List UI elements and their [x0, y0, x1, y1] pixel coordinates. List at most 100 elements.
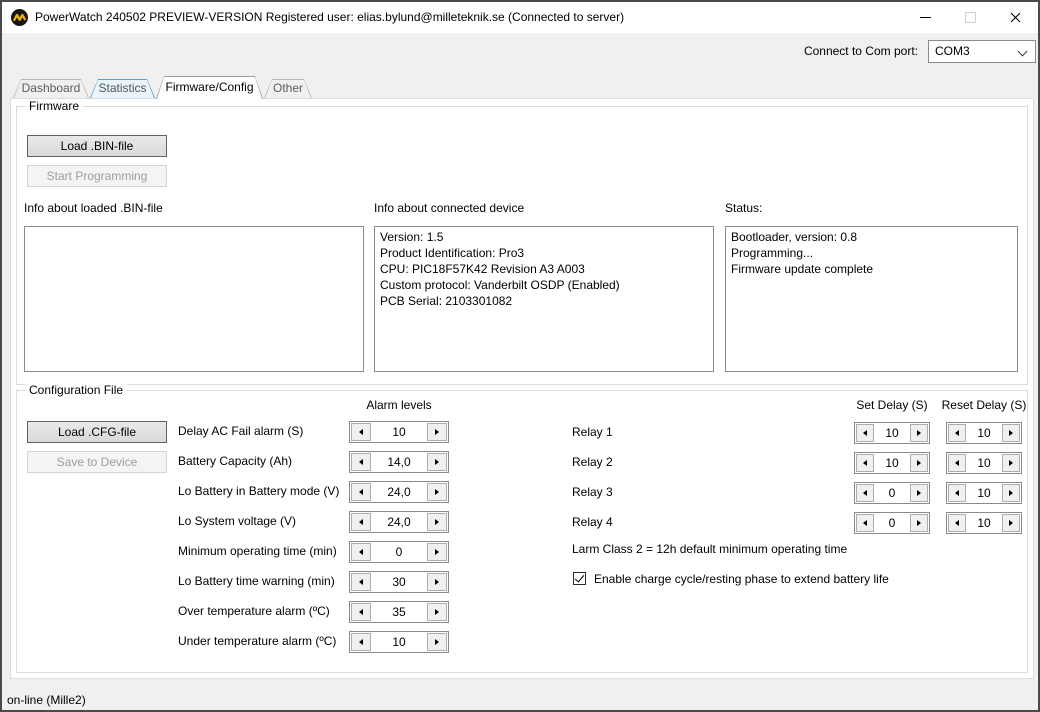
decrement-button[interactable] — [351, 543, 371, 561]
spinner-value[interactable]: 0 — [874, 514, 910, 532]
decrement-button[interactable] — [351, 633, 371, 651]
left-arrow-icon — [359, 429, 363, 435]
connected-device-info-panel[interactable]: Version: 1.5 Product Identification: Pro… — [374, 226, 714, 372]
spinner-value[interactable]: 10 — [371, 633, 427, 651]
decrement-button[interactable] — [856, 514, 874, 532]
alarm-levels-header: Alarm levels — [349, 398, 449, 413]
decrement-button[interactable] — [351, 603, 371, 621]
decrement-button[interactable] — [856, 454, 874, 472]
right-arrow-icon — [1009, 430, 1013, 436]
left-arrow-icon — [863, 490, 867, 496]
spinner-value[interactable]: 10 — [966, 424, 1002, 442]
decrement-button[interactable] — [856, 424, 874, 442]
relay-3-reset-delay-spinner: 10 — [946, 482, 1022, 504]
spinner-value[interactable]: 10 — [966, 454, 1002, 472]
relay-row-label: Relay 1 — [572, 425, 613, 440]
relay-row-label: Relay 4 — [572, 515, 613, 530]
com-port-value: COM3 — [935, 44, 970, 58]
increment-button[interactable] — [910, 424, 928, 442]
increment-button[interactable] — [427, 603, 447, 621]
increment-button[interactable] — [1002, 484, 1020, 502]
spinner-value[interactable]: 0 — [874, 484, 910, 502]
decrement-button[interactable] — [948, 454, 966, 472]
spinner-value[interactable]: 10 — [371, 423, 427, 441]
decrement-button[interactable] — [351, 573, 371, 591]
increment-button[interactable] — [427, 453, 447, 471]
decrement-button[interactable] — [948, 514, 966, 532]
tab-dashboard[interactable]: Dashboard — [13, 79, 89, 98]
alarm-row-label: Battery Capacity (Ah) — [178, 454, 292, 469]
tab-statistics[interactable]: Statistics — [90, 79, 155, 98]
decrement-button[interactable] — [351, 513, 371, 531]
alarm-spinner-lo-battery-time-warning: 30 — [349, 571, 449, 593]
spinner-value[interactable]: 24,0 — [371, 483, 427, 501]
load-bin-file-button[interactable]: Load .BIN-file — [27, 135, 167, 157]
status-panel[interactable]: Bootloader, version: 0.8 Programming... … — [725, 226, 1018, 372]
increment-button[interactable] — [427, 543, 447, 561]
spinner-value[interactable]: 10 — [874, 454, 910, 472]
increment-button[interactable] — [427, 633, 447, 651]
loaded-bin-info-label: Info about loaded .BIN-file — [24, 201, 163, 216]
relay-4-reset-delay-spinner: 10 — [946, 512, 1022, 534]
left-arrow-icon — [359, 519, 363, 525]
left-arrow-icon — [359, 579, 363, 585]
increment-button[interactable] — [910, 454, 928, 472]
com-port-select[interactable]: COM3 — [928, 40, 1036, 63]
tab-label: Other — [264, 79, 312, 98]
increment-button[interactable] — [427, 483, 447, 501]
set-delay-header: Set Delay (S) — [847, 398, 937, 413]
alarm-spinner-lo-system-voltage: 24,0 — [349, 511, 449, 533]
decrement-button[interactable] — [351, 453, 371, 471]
alarm-spinner-under-temperature: 10 — [349, 631, 449, 653]
spinner-value[interactable]: 10 — [874, 424, 910, 442]
spinner-value[interactable]: 10 — [966, 484, 1002, 502]
app-logo-icon — [11, 9, 28, 26]
right-arrow-icon — [435, 519, 439, 525]
alarm-row-label: Minimum operating time (min) — [178, 544, 337, 559]
close-icon — [1010, 12, 1021, 23]
increment-button[interactable] — [910, 514, 928, 532]
status-line: Firmware update complete — [731, 261, 1012, 277]
increment-button[interactable] — [427, 513, 447, 531]
right-arrow-icon — [435, 579, 439, 585]
close-button[interactable] — [993, 2, 1038, 33]
save-to-device-button[interactable]: Save to Device — [27, 451, 167, 473]
relay-row-label: Relay 2 — [572, 455, 613, 470]
decrement-button[interactable] — [351, 423, 371, 441]
right-arrow-icon — [917, 430, 921, 436]
left-arrow-icon — [359, 639, 363, 645]
spinner-value[interactable]: 35 — [371, 603, 427, 621]
relay-4-set-delay-spinner: 0 — [854, 512, 930, 534]
decrement-button[interactable] — [856, 484, 874, 502]
right-arrow-icon — [435, 489, 439, 495]
tab-other[interactable]: Other — [264, 79, 312, 98]
right-arrow-icon — [917, 460, 921, 466]
decrement-button[interactable] — [948, 424, 966, 442]
increment-button[interactable] — [910, 484, 928, 502]
decrement-button[interactable] — [948, 484, 966, 502]
start-programming-button[interactable]: Start Programming — [27, 165, 167, 187]
increment-button[interactable] — [427, 573, 447, 591]
increment-button[interactable] — [427, 423, 447, 441]
decrement-button[interactable] — [351, 483, 371, 501]
charge-cycle-checkbox[interactable] — [573, 572, 586, 585]
charge-cycle-checkbox-label: Enable charge cycle/resting phase to ext… — [594, 572, 889, 587]
spinner-value[interactable]: 30 — [371, 573, 427, 591]
right-arrow-icon — [1009, 490, 1013, 496]
spinner-value[interactable]: 0 — [371, 543, 427, 561]
increment-button[interactable] — [1002, 514, 1020, 532]
increment-button[interactable] — [1002, 454, 1020, 472]
increment-button[interactable] — [1002, 424, 1020, 442]
tab-firmware-config[interactable]: Firmware/Config — [156, 76, 263, 99]
spinner-value[interactable]: 10 — [966, 514, 1002, 532]
loaded-bin-info-panel[interactable] — [24, 226, 364, 372]
left-arrow-icon — [359, 489, 363, 495]
right-arrow-icon — [917, 520, 921, 526]
minimize-button[interactable] — [903, 2, 948, 33]
spinner-value[interactable]: 24,0 — [371, 513, 427, 531]
right-arrow-icon — [917, 490, 921, 496]
spinner-value[interactable]: 14,0 — [371, 453, 427, 471]
load-cfg-file-button[interactable]: Load .CFG-file — [27, 421, 167, 443]
maximize-button[interactable] — [948, 2, 993, 33]
relay-1-reset-delay-spinner: 10 — [946, 422, 1022, 444]
